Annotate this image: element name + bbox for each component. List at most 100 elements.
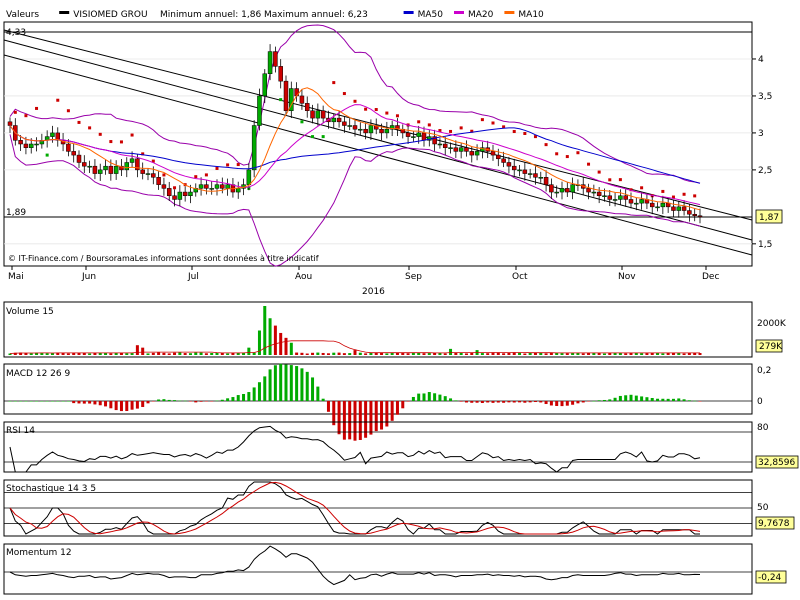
macd-bar bbox=[13, 401, 17, 402]
macd-bar bbox=[77, 401, 81, 404]
candle-body bbox=[214, 184, 220, 189]
volume-bar bbox=[284, 337, 288, 355]
volume-bar bbox=[380, 352, 384, 355]
volume-bar bbox=[29, 353, 33, 355]
volume-bar bbox=[401, 353, 405, 355]
volume-bar bbox=[268, 318, 272, 355]
sar-dot bbox=[226, 163, 230, 167]
candle-body bbox=[692, 213, 697, 216]
macd-bar bbox=[119, 401, 123, 412]
macd-tick-zero: 0 bbox=[757, 397, 763, 407]
volume-bar bbox=[518, 352, 522, 355]
macd-bar bbox=[411, 396, 415, 401]
macd-bar bbox=[130, 401, 134, 410]
volume-bar bbox=[539, 352, 543, 355]
macd-bar bbox=[661, 398, 665, 401]
candle-body bbox=[649, 202, 655, 208]
candle-body bbox=[565, 188, 570, 193]
volume-bar bbox=[135, 345, 139, 355]
candle-body bbox=[586, 188, 591, 193]
macd-bar bbox=[135, 401, 139, 409]
macd-bar bbox=[687, 400, 691, 401]
candle-body bbox=[103, 165, 108, 171]
candle-body bbox=[34, 143, 39, 146]
macd-bar bbox=[374, 401, 378, 432]
volume-bar bbox=[157, 352, 161, 355]
sar-dot bbox=[640, 186, 644, 190]
candle-body bbox=[262, 73, 268, 97]
volume-bar bbox=[295, 352, 299, 355]
sar-dot bbox=[608, 178, 612, 182]
candle-body bbox=[151, 173, 156, 178]
volume-bar bbox=[486, 353, 490, 355]
volume-tick: 2000K bbox=[757, 319, 787, 329]
candle-body bbox=[602, 195, 607, 198]
candle-body bbox=[87, 165, 92, 168]
sar-dot bbox=[385, 111, 389, 115]
candle-body bbox=[320, 110, 326, 119]
macd-bar bbox=[533, 401, 537, 403]
macd-bar bbox=[417, 393, 421, 401]
volume-bar bbox=[512, 352, 516, 355]
sar-dot bbox=[311, 135, 315, 139]
price-left-min: 1,89 bbox=[6, 208, 26, 218]
macd-bar bbox=[268, 369, 272, 401]
month-tick-label: Mai bbox=[8, 272, 24, 282]
sar-dot bbox=[300, 120, 304, 124]
candle-body bbox=[172, 195, 177, 200]
candle-body bbox=[97, 169, 103, 174]
macd-bar bbox=[162, 399, 166, 401]
macd-bar bbox=[220, 399, 224, 401]
volume-bar bbox=[353, 350, 357, 355]
volume-bar bbox=[422, 353, 426, 355]
candle-body bbox=[448, 147, 453, 149]
sar-dot bbox=[544, 143, 548, 147]
macd-bar bbox=[98, 401, 102, 406]
candle-body bbox=[517, 169, 522, 172]
sar-dot bbox=[130, 133, 134, 137]
candle-body bbox=[496, 154, 501, 160]
volume-bar bbox=[470, 352, 474, 355]
macd-bar bbox=[438, 394, 442, 401]
macd-bar bbox=[491, 401, 495, 403]
volume-bar bbox=[146, 353, 150, 355]
candle-body bbox=[50, 132, 55, 137]
macd-bar bbox=[560, 401, 564, 407]
macd-bar bbox=[231, 397, 235, 401]
candle-body bbox=[315, 110, 321, 119]
volume-bar bbox=[528, 352, 532, 355]
candle-body bbox=[28, 143, 34, 148]
volume-bar bbox=[109, 353, 113, 355]
candle-body bbox=[129, 158, 135, 163]
volume-bar bbox=[141, 347, 145, 355]
macd-bar bbox=[50, 401, 54, 402]
sar-dot bbox=[204, 173, 208, 177]
macd-bar bbox=[72, 401, 76, 404]
macd-bar bbox=[496, 401, 500, 403]
volume-bar bbox=[289, 342, 293, 355]
macd-bar bbox=[640, 396, 644, 401]
volume-bar bbox=[602, 353, 606, 355]
macd-bar bbox=[236, 395, 240, 401]
candle-body bbox=[681, 206, 687, 211]
macd-bar bbox=[104, 401, 108, 407]
sar-dot bbox=[555, 152, 559, 156]
sar-dot bbox=[682, 192, 686, 196]
volume-bar bbox=[183, 353, 187, 355]
macd-bar bbox=[422, 393, 426, 401]
price-tick-label: 1,5 bbox=[758, 240, 772, 250]
volume-bar bbox=[252, 352, 256, 355]
volume-bar bbox=[502, 353, 506, 355]
candle-body bbox=[140, 169, 145, 174]
rsi-title: RSI 14 bbox=[6, 426, 35, 436]
sar-dot bbox=[374, 108, 378, 112]
candle-body bbox=[596, 191, 602, 197]
candle-body bbox=[251, 125, 257, 171]
macd-bar bbox=[284, 364, 288, 401]
candle-body bbox=[23, 143, 29, 148]
candle-body bbox=[421, 132, 427, 141]
candle-body bbox=[124, 162, 130, 171]
macd-bar bbox=[427, 392, 431, 401]
candle-body bbox=[246, 169, 252, 185]
candle-body bbox=[310, 110, 315, 119]
